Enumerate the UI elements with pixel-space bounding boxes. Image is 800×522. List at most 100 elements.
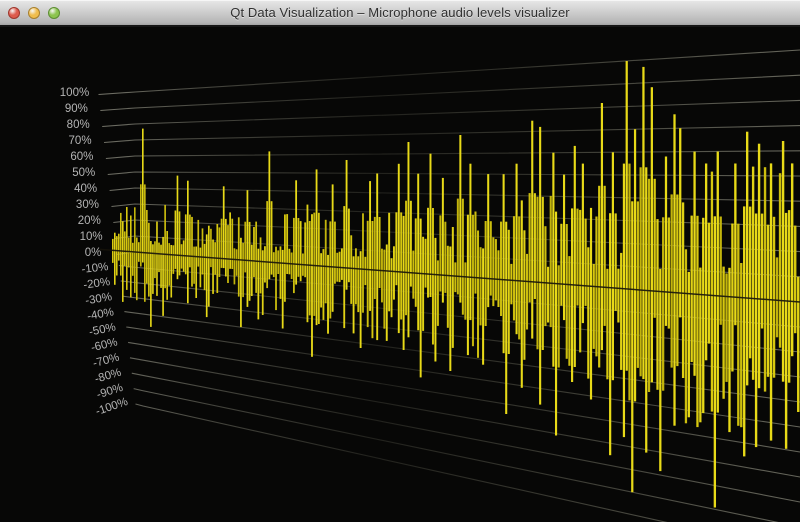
waveform-bar [472, 277, 474, 346]
waveform-bar [168, 255, 170, 286]
waveform-bar [785, 213, 787, 301]
waveform-bar [398, 272, 400, 333]
waveform-bar [631, 201, 633, 289]
waveform-bar [560, 224, 562, 284]
waveform-bar [277, 250, 279, 262]
waveform-bar [300, 221, 302, 264]
window-titlebar[interactable]: Qt Data Visualization – Microphone audio… [0, 0, 800, 27]
waveform-bar [449, 247, 451, 276]
waveform-bar [282, 263, 284, 329]
waveform-bar [529, 193, 531, 282]
waveform-bar [487, 174, 489, 278]
waveform-bar [353, 256, 355, 268]
waveform-bar [645, 167, 647, 290]
waveform-bar [767, 300, 769, 377]
waveform-bar [534, 282, 536, 299]
waveform-bar [181, 244, 183, 255]
waveform-bar [566, 224, 568, 284]
waveform-bar [477, 231, 479, 278]
waveform-bar [571, 208, 573, 284]
waveform-bar [794, 302, 796, 334]
waveform-bar [183, 240, 185, 255]
waveform-bar [788, 301, 790, 383]
waveform-bar [516, 164, 518, 281]
waveform-bar [728, 297, 730, 433]
waveform-bar [177, 255, 179, 279]
waveform-bar [313, 265, 315, 316]
waveform-bar [699, 294, 701, 422]
waveform-bar [152, 253, 154, 294]
waveform-bar [138, 252, 140, 262]
waveform-bar [442, 275, 444, 303]
waveform-bar [383, 250, 385, 271]
waveform-bar [505, 280, 507, 414]
waveform-bar [364, 269, 366, 285]
axis-tick-label: 80% [67, 119, 90, 131]
grid-line [100, 75, 800, 110]
waveform-bar [770, 163, 772, 299]
zoom-button[interactable] [48, 7, 60, 19]
waveform-bar [202, 257, 204, 275]
axis-tick-label: -30% [84, 291, 112, 307]
waveform-bar [659, 291, 661, 471]
waveform-bar [587, 247, 589, 286]
waveform-bar [422, 237, 424, 274]
waveform-bar [193, 247, 195, 257]
waveform-bar [323, 266, 325, 320]
close-button[interactable] [8, 7, 20, 19]
waveform-bar [604, 287, 606, 326]
visualization-canvas[interactable]: 100%90%80%70%60%50%40%30%20%10%0%-10%-20… [0, 27, 800, 522]
waveform-bar [284, 214, 286, 263]
waveform-bar [671, 292, 673, 367]
waveform-bar [529, 282, 531, 303]
waveform-bar [442, 178, 444, 275]
waveform-bar [609, 288, 611, 456]
waveform-bar [534, 193, 536, 282]
waveform-bar [204, 257, 206, 290]
waveform-bar [219, 227, 221, 258]
waveform-bar [495, 279, 497, 300]
waveform-bar [452, 227, 454, 276]
waveform-bar [518, 281, 520, 340]
waveform-bar [702, 295, 704, 414]
waveform-bar [325, 220, 327, 266]
waveform-bar [587, 286, 589, 379]
waveform-bar [221, 219, 223, 259]
waveform-bar [295, 264, 297, 285]
waveform-bar [480, 247, 482, 278]
waveform-bar [316, 169, 318, 265]
waveform-bar [628, 164, 630, 290]
waveform-bar [434, 238, 436, 275]
waveform-bar [659, 269, 661, 292]
waveform-bar [737, 224, 739, 298]
waveform-bar [628, 289, 630, 400]
waveform-bar [612, 152, 614, 288]
window-title: Qt Data Visualization – Microphone audio… [230, 5, 569, 20]
waveform-bar [640, 290, 642, 376]
waveform-bar [425, 239, 427, 274]
waveform-bar [582, 286, 584, 324]
waveform-bar [381, 271, 383, 303]
waveform-bar [585, 286, 587, 306]
waveform-bar [405, 201, 407, 273]
waveform-bar [395, 212, 397, 271]
waveform-bar [367, 221, 369, 270]
minimize-button[interactable] [28, 7, 40, 19]
waveform-bar [173, 245, 175, 255]
waveform-bar [576, 285, 578, 305]
waveform-bar [311, 265, 313, 357]
waveform-bar [685, 293, 687, 423]
waveform-bar [574, 285, 576, 367]
waveform-bar [395, 272, 397, 286]
waveform-bar [187, 256, 189, 303]
waveform-bar [179, 211, 181, 255]
waveform-bar [539, 282, 541, 404]
waveform-bar [785, 301, 787, 449]
waveform-bar [508, 230, 510, 280]
waveform-bar [369, 270, 371, 311]
waveform-bar [497, 250, 499, 279]
grid-line [104, 126, 800, 143]
waveform-bar [797, 302, 799, 412]
waveform-bar [571, 285, 573, 382]
waveform-bar [134, 252, 136, 293]
